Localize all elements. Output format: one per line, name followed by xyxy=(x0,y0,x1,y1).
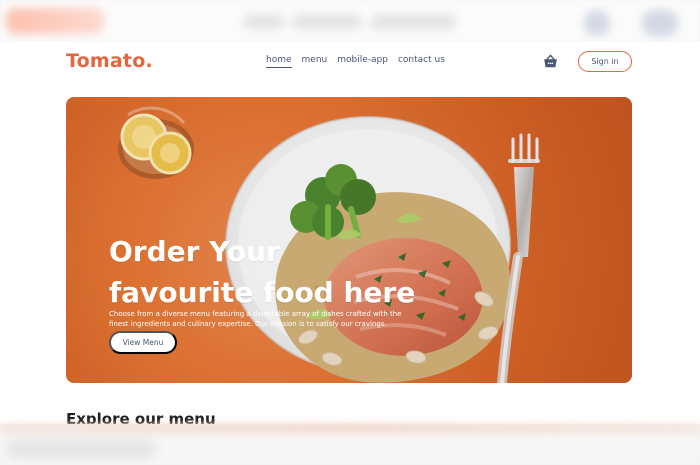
nav-contact-us[interactable]: contact us xyxy=(398,55,445,68)
sign-in-button[interactable]: Sign in xyxy=(578,51,632,72)
blurred-text-block xyxy=(6,440,156,458)
basket-icon[interactable] xyxy=(542,53,559,70)
browser-frame: Tomato. home menu mobile-app contact us … xyxy=(0,0,700,465)
blurred-logo xyxy=(6,8,104,34)
hero-description: Choose from a diverse menu featuring a d… xyxy=(109,310,402,328)
nav-home[interactable]: home xyxy=(266,55,292,68)
hero-title-line-1: Order Your xyxy=(109,234,280,268)
blurred-nav-item xyxy=(243,14,285,30)
hero-title-line-2: favourite food here xyxy=(109,275,416,309)
nav-menu[interactable]: menu xyxy=(302,55,328,68)
blurred-top-band xyxy=(0,0,700,42)
blurred-menu xyxy=(642,10,678,36)
blurred-nav-item xyxy=(370,14,456,30)
explore-menu-title: Explore our menu xyxy=(66,410,216,424)
blurred-nav-item xyxy=(292,14,362,30)
blurred-bottom-band xyxy=(0,424,700,465)
blurred-avatar xyxy=(584,10,610,36)
main-nav: home menu mobile-app contact us xyxy=(266,55,445,68)
hero-banner: Order Your favourite food here Choose fr… xyxy=(66,97,632,383)
hero-title: Order Your favourite food here xyxy=(109,231,429,313)
logo[interactable]: Tomato. xyxy=(66,50,153,72)
page: Tomato. home menu mobile-app contact us … xyxy=(0,42,700,424)
nav-mobile-app[interactable]: mobile-app xyxy=(337,55,388,68)
blurred-top-smear xyxy=(0,424,700,432)
navbar: Tomato. home menu mobile-app contact us … xyxy=(0,42,700,82)
view-menu-button[interactable]: View Menu xyxy=(109,331,177,354)
